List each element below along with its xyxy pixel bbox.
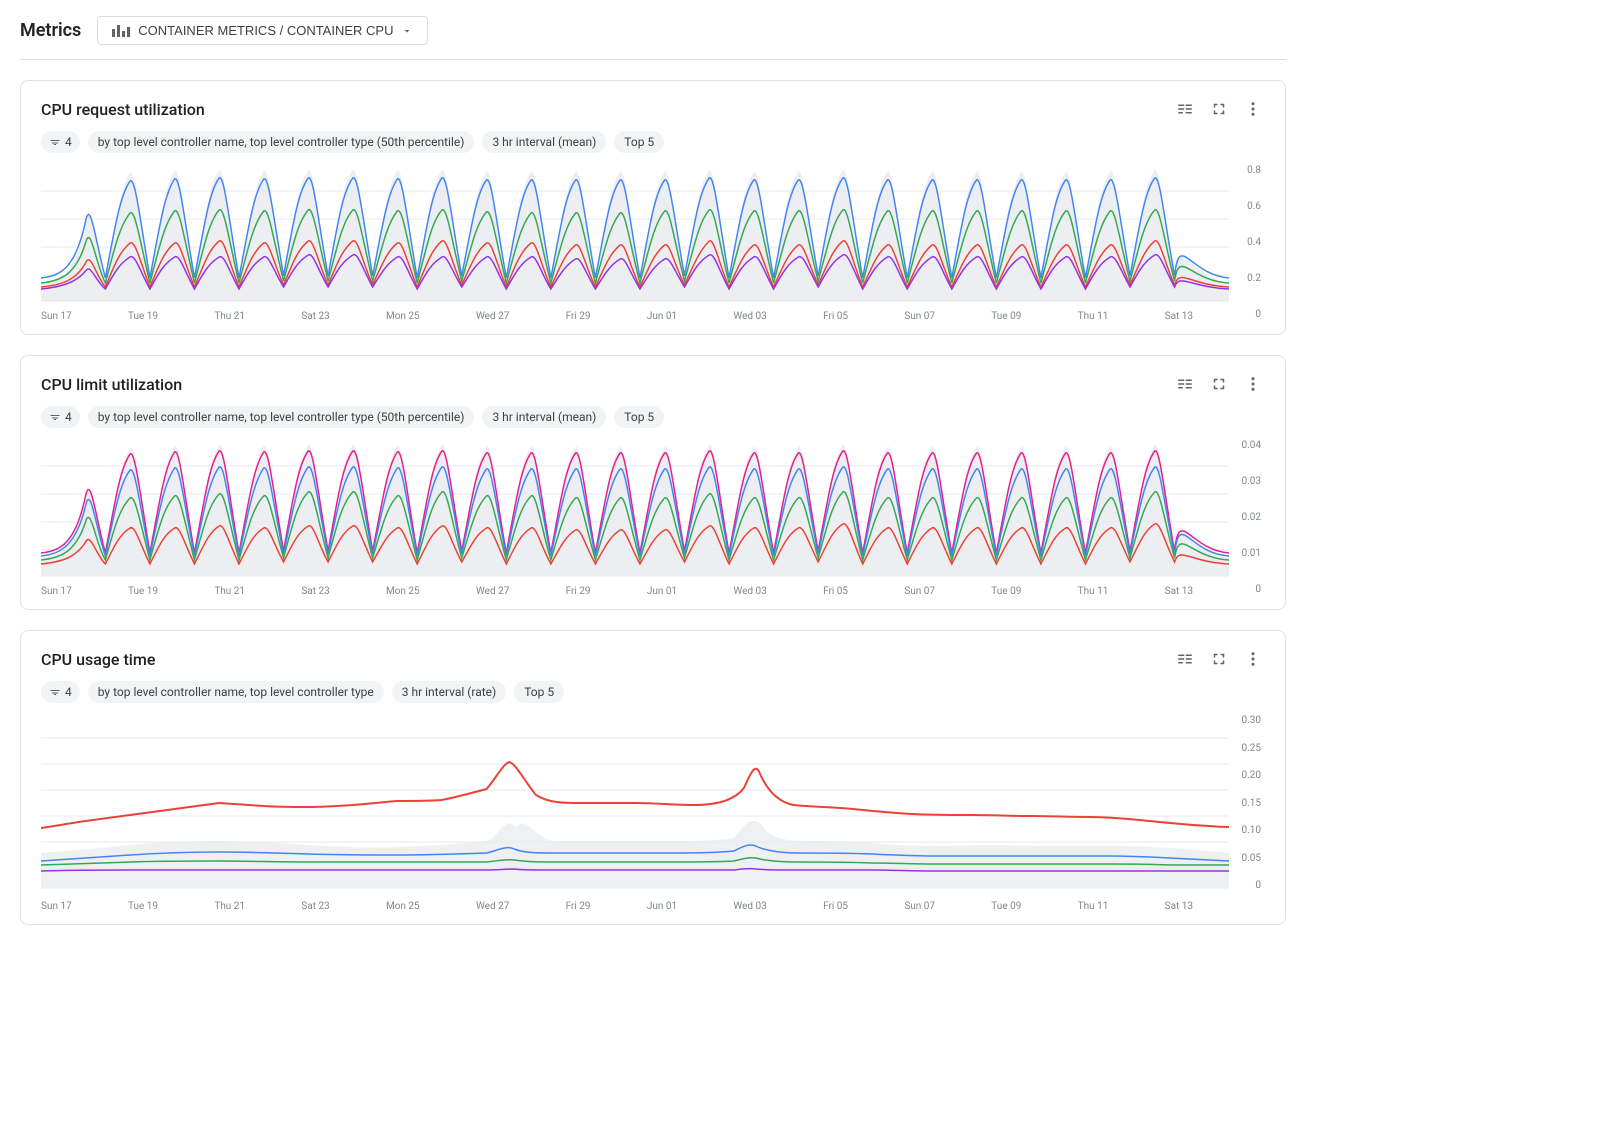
top-chip-1[interactable]: Top 5	[614, 131, 664, 153]
interval-chip-3[interactable]: 3 hr interval (rate)	[392, 681, 506, 703]
more-icon-1[interactable]	[1241, 97, 1265, 121]
fullscreen-icon-2[interactable]	[1207, 372, 1231, 396]
bar-chart-icon	[112, 25, 130, 37]
chart-canvas-3: Sun 17 Tue 19 Thu 21 Sat 23 Mon 25 Wed 2…	[41, 713, 1229, 912]
chart-title-2: CPU limit utilization	[41, 375, 182, 394]
legend-icon-1[interactable]	[1173, 97, 1197, 121]
chart-actions-1	[1173, 97, 1265, 121]
more-icon-2[interactable]	[1241, 372, 1265, 396]
top-chip-2[interactable]: Top 5	[614, 406, 664, 428]
interval-chip-1[interactable]: 3 hr interval (mean)	[482, 131, 606, 153]
breadcrumb-text: CONTAINER METRICS / CONTAINER CPU	[138, 23, 393, 38]
chart-wrapper-1: Sun 17 Tue 19 Thu 21 Sat 23 Mon 25 Wed 2…	[41, 163, 1265, 322]
chart-title-1: CPU request utilization	[41, 100, 205, 119]
chart-header-3: CPU usage time	[41, 647, 1265, 671]
page-title: Metrics	[20, 20, 81, 41]
groupby-chip-2[interactable]: by top level controller name, top level …	[88, 406, 475, 428]
chart-actions-2	[1173, 372, 1265, 396]
chips-1: 4 by top level controller name, top leve…	[41, 131, 1265, 153]
y-axis-1: 0.8 0.6 0.4 0.2 0	[1229, 163, 1265, 322]
chart-area-1	[41, 163, 1229, 303]
chart-actions-3	[1173, 647, 1265, 671]
more-icon-3[interactable]	[1241, 647, 1265, 671]
y-axis-2: 0.04 0.03 0.02 0.01 0	[1229, 438, 1265, 597]
chart-area-3	[41, 713, 1229, 893]
chart-header-1: CPU request utilization	[41, 97, 1265, 121]
interval-chip-2[interactable]: 3 hr interval (mean)	[482, 406, 606, 428]
header: Metrics CONTAINER METRICS / CONTAINER CP…	[20, 16, 1286, 60]
chevron-down-icon	[401, 25, 413, 37]
breadcrumb-dropdown[interactable]: CONTAINER METRICS / CONTAINER CPU	[97, 16, 428, 45]
chart-area-2	[41, 438, 1229, 578]
fullscreen-icon-3[interactable]	[1207, 647, 1231, 671]
fullscreen-icon-1[interactable]	[1207, 97, 1231, 121]
chips-2: 4 by top level controller name, top leve…	[41, 406, 1265, 428]
cpu-request-section: CPU request utilization 4 by top level c…	[20, 80, 1286, 335]
chart-title-3: CPU usage time	[41, 650, 155, 669]
chart-wrapper-2: Sun 17 Tue 19 Thu 21 Sat 23 Mon 25 Wed 2…	[41, 438, 1265, 597]
legend-icon-3[interactable]	[1173, 647, 1197, 671]
chart-canvas-2: Sun 17 Tue 19 Thu 21 Sat 23 Mon 25 Wed 2…	[41, 438, 1229, 597]
x-axis-2: Sun 17 Tue 19 Thu 21 Sat 23 Mon 25 Wed 2…	[41, 582, 1229, 597]
x-axis-3: Sun 17 Tue 19 Thu 21 Sat 23 Mon 25 Wed 2…	[41, 897, 1229, 912]
filter-chip-3[interactable]: 4	[41, 681, 80, 703]
cpu-limit-section: CPU limit utilization 4 by top level con…	[20, 355, 1286, 610]
page: Metrics CONTAINER METRICS / CONTAINER CP…	[0, 0, 1306, 1136]
top-chip-3[interactable]: Top 5	[514, 681, 564, 703]
chart-canvas-1: Sun 17 Tue 19 Thu 21 Sat 23 Mon 25 Wed 2…	[41, 163, 1229, 322]
y-axis-3: 0.30 0.25 0.20 0.15 0.10 0.05 0	[1229, 713, 1265, 893]
filter-chip-1[interactable]: 4	[41, 131, 80, 153]
cpu-usage-section: CPU usage time 4 by top level controller…	[20, 630, 1286, 925]
chart-header-2: CPU limit utilization	[41, 372, 1265, 396]
groupby-chip-3[interactable]: by top level controller name, top level …	[88, 681, 384, 703]
groupby-chip-1[interactable]: by top level controller name, top level …	[88, 131, 475, 153]
chart-wrapper-3: Sun 17 Tue 19 Thu 21 Sat 23 Mon 25 Wed 2…	[41, 713, 1265, 912]
x-axis-1: Sun 17 Tue 19 Thu 21 Sat 23 Mon 25 Wed 2…	[41, 307, 1229, 322]
chips-3: 4 by top level controller name, top leve…	[41, 681, 1265, 703]
legend-icon-2[interactable]	[1173, 372, 1197, 396]
filter-chip-2[interactable]: 4	[41, 406, 80, 428]
